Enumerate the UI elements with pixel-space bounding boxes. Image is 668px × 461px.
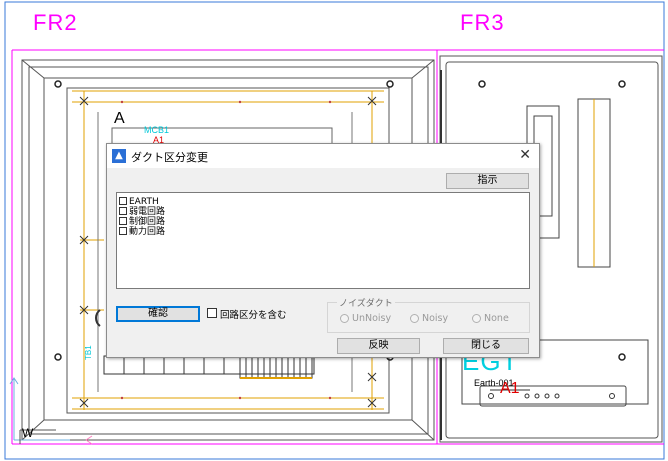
checkbox[interactable] — [119, 207, 127, 215]
list-item[interactable]: 動力回路 — [119, 227, 165, 237]
radio-noisy[interactable] — [410, 314, 419, 323]
dialog-title: ダクト区分変更 — [131, 151, 208, 164]
duct-category-dialog: ▲ ダクト区分変更 ✕ 指示 EARTH 弱電回路 制御回路 動力回路 確認 回… — [106, 143, 540, 358]
label-mcb1: MCB1 — [144, 125, 170, 135]
frame-title-fr3: FR3 — [460, 10, 505, 35]
list-item[interactable]: 弱電回路 — [119, 207, 165, 217]
label-w: W — [22, 426, 34, 440]
checkbox[interactable] — [119, 197, 127, 205]
apply-button[interactable]: 反映 — [337, 338, 420, 354]
radio-none-label: None — [484, 313, 509, 324]
close-button[interactable]: 閉じる — [443, 338, 529, 354]
app-icon: ▲ — [112, 149, 126, 163]
include-circuit-checkbox[interactable] — [207, 308, 217, 318]
circuit-category-list[interactable]: EARTH 弱電回路 制御回路 動力回路 — [116, 192, 530, 289]
list-item-label: EARTH — [129, 197, 159, 207]
radio-unnoisy[interactable] — [340, 314, 349, 323]
radio-noisy-label: Noisy — [422, 313, 449, 324]
list-item-label: 動力回路 — [129, 227, 166, 237]
checkbox[interactable] — [119, 227, 127, 235]
radio-none[interactable] — [472, 314, 481, 323]
checkbox[interactable] — [119, 217, 127, 225]
label-a1-bottom: A1 — [500, 380, 520, 397]
label-a: A — [114, 110, 125, 127]
list-item[interactable]: 制御回路 — [119, 217, 165, 227]
dialog-titlebar[interactable]: ▲ ダクト区分変更 ✕ — [107, 144, 539, 168]
confirm-button[interactable]: 確認 — [116, 306, 200, 322]
list-item-label: 弱電回路 — [129, 207, 166, 217]
instruct-button[interactable]: 指示 — [446, 173, 529, 189]
label-tb1: TB1 — [84, 345, 93, 360]
frame-title-fr2: FR2 — [33, 10, 78, 35]
list-item[interactable]: EARTH — [119, 197, 159, 207]
list-item-label: 制御回路 — [129, 217, 166, 227]
noise-duct-group-label: ノイズダクト — [337, 296, 395, 309]
radio-unnoisy-label: UnNoisy — [352, 313, 392, 324]
include-circuit-label: 回路区分を含む — [220, 310, 287, 321]
close-icon[interactable]: ✕ — [519, 147, 531, 163]
